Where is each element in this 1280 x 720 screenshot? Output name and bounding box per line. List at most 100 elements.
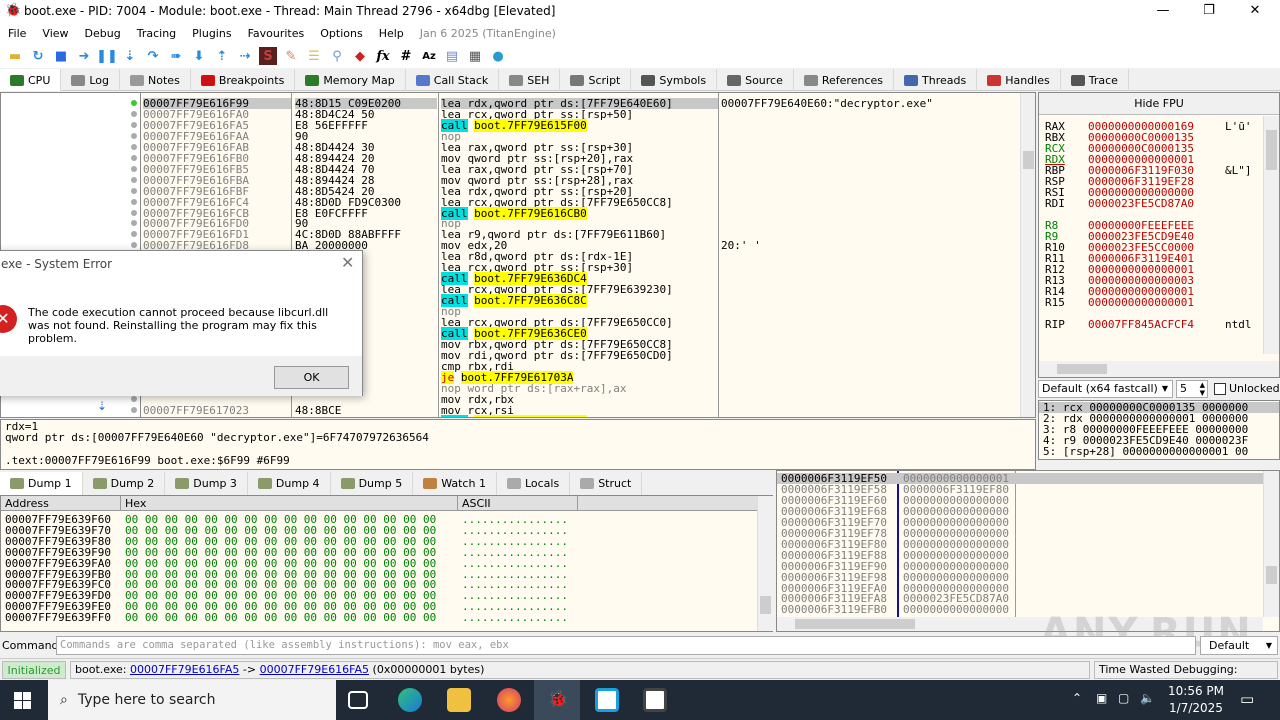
task-view-icon[interactable] [348, 691, 368, 709]
stack-row[interactable]: 0000006F3119EF88 0000000000000000 [777, 550, 1263, 561]
dump-row[interactable]: 00007FF79E639FA0 00 00 00 00 00 00 00 00 … [1, 558, 757, 569]
app-icon[interactable] [595, 688, 619, 712]
trace-over-icon[interactable]: ⬇ [190, 47, 208, 65]
breakpoint-dot[interactable] [131, 132, 137, 139]
register-value[interactable]: 0000023FE5CD87A0 [1088, 198, 1194, 209]
minimize-button[interactable]: — [1140, 0, 1186, 22]
menu-options[interactable]: Options [312, 27, 370, 40]
dump-row[interactable]: 00007FF79E639FF0 00 00 00 00 00 00 00 00 … [1, 612, 757, 623]
notifications-icon[interactable]: ▭ [1240, 690, 1254, 708]
tab-symbols[interactable]: Symbols [631, 69, 718, 91]
tab-handles[interactable]: Handles [977, 69, 1061, 91]
run-icon[interactable]: ➜ [75, 47, 93, 65]
disassembly-row[interactable]: 00007FF79E617023 48:8BCE mov rcx,rsi [1, 405, 1021, 416]
argument-count-spinner[interactable]: 5 ▲ ▼ [1176, 380, 1208, 398]
font-icon[interactable]: Az [420, 47, 438, 65]
tab-dump-5[interactable]: Dump 5 [331, 472, 414, 495]
tab-dump-2[interactable]: Dump 2 [83, 472, 166, 495]
stack-scrollbar[interactable] [1263, 471, 1279, 617]
tab-dump-3[interactable]: Dump 3 [165, 472, 248, 495]
tab-dump-4[interactable]: Dump 4 [248, 472, 331, 495]
argument-row[interactable]: 5: [rsp+28] 0000000000000001 00 [1039, 446, 1279, 457]
tab-source[interactable]: Source [717, 69, 794, 91]
scrollbar-thumb[interactable] [1023, 151, 1034, 169]
settings-icon[interactable]: ▤ [443, 47, 461, 65]
scrollbar-thumb[interactable] [1057, 364, 1107, 374]
labels-icon[interactable]: ⚲ [328, 47, 346, 65]
scylla-icon[interactable]: S [259, 47, 277, 65]
breakpoint-dot[interactable] [131, 395, 137, 402]
menu-file[interactable]: File [0, 27, 34, 40]
breakpoint-dot[interactable] [131, 209, 137, 216]
globe-icon[interactable]: ● [489, 47, 507, 65]
register-row-rip[interactable]: RIP 00007FF845ACFCF4 ntdl [1045, 319, 1270, 330]
dump-scrollbar[interactable] [757, 496, 773, 631]
dump-header-hex[interactable]: Hex [121, 496, 458, 511]
stop-icon[interactable]: ■ [52, 47, 70, 65]
close-button[interactable]: ✕ [1232, 0, 1278, 22]
tab-call-stack[interactable]: Call Stack [406, 69, 500, 91]
unlocked-checkbox[interactable]: Unlocked [1214, 382, 1280, 395]
breakpoint-dot[interactable] [131, 198, 137, 205]
trace-into-icon[interactable]: ➠ [167, 47, 185, 65]
tab-struct[interactable]: Struct [570, 472, 643, 495]
calling-convention-select[interactable]: Default (x64 fastcall) ▼ [1038, 380, 1173, 398]
tab-memory-map[interactable]: Memory Map [295, 69, 406, 91]
tab-seh[interactable]: SEH [499, 69, 561, 91]
hash-icon[interactable]: # [397, 47, 415, 65]
bookmarks-icon[interactable]: ◆ [351, 47, 369, 65]
breakpoint-dot[interactable] [131, 176, 137, 183]
status-from-address-link[interactable]: 00007FF79E616FA5 [130, 663, 239, 676]
spinner-arrows-icon[interactable]: ▲ ▼ [1200, 381, 1205, 397]
tab-threads[interactable]: Threads [894, 69, 978, 91]
menu-debug[interactable]: Debug [77, 27, 129, 40]
breakpoint-dot[interactable] [131, 165, 137, 172]
windows-start-icon[interactable] [14, 692, 31, 709]
register-row-r15[interactable]: R15 0000000000000001 [1045, 297, 1270, 308]
tab-breakpoints[interactable]: Breakpoints [191, 69, 296, 91]
patch-icon[interactable]: ✎ [282, 47, 300, 65]
tab-trace[interactable]: Trace [1061, 69, 1129, 91]
dump-header-ascii[interactable]: ASCII [458, 496, 578, 511]
stack-panel[interactable]: 0000006F3119EF50 0000000000000001 0000006F… [776, 470, 1280, 632]
stack-row[interactable]: 0000006F3119EF98 0000000000000000 [777, 572, 1263, 583]
tab-notes[interactable]: Notes [120, 69, 191, 91]
wifi-icon[interactable]: ▢ [1118, 691, 1129, 705]
edge-icon[interactable] [398, 688, 422, 712]
ok-button[interactable]: OK [274, 366, 349, 389]
checkbox-box[interactable] [1214, 382, 1226, 395]
status-to-address-link[interactable]: 00007FF79E616FA5 [260, 663, 369, 676]
menu-plugins[interactable]: Plugins [184, 27, 239, 40]
restart-icon[interactable]: ↻ [29, 47, 47, 65]
chevron-up-icon[interactable]: ⌃ [1072, 691, 1082, 705]
x64dbg-taskbar-button[interactable]: 🐞 [534, 680, 580, 720]
menu-favourites[interactable]: Favourites [240, 27, 313, 40]
tab-watch-1[interactable]: Watch 1 [413, 472, 497, 495]
registers-scrollbar[interactable] [1263, 116, 1279, 354]
firefox-icon[interactable] [497, 688, 521, 712]
tab-locals[interactable]: Locals [497, 472, 571, 495]
tab-references[interactable]: References [794, 69, 894, 91]
breakpoint-dot[interactable] [131, 121, 137, 128]
registers-hscrollbar[interactable] [1039, 361, 1279, 377]
scrollbar-thumb[interactable] [1266, 130, 1277, 170]
breakpoint-dot[interactable] [131, 187, 137, 194]
register-value[interactable]: 0000000000000001 [1088, 297, 1194, 308]
scrollbar-thumb[interactable] [1266, 566, 1277, 584]
menu-tracing[interactable]: Tracing [129, 27, 184, 40]
register-value[interactable]: 00007FF845ACFCF4 [1088, 319, 1194, 330]
stack-row[interactable]: 0000006F3119EF90 0000000000000000 [777, 561, 1263, 572]
dump-header-address[interactable]: Address [1, 496, 121, 511]
command-mode-select[interactable]: Default ▼ [1200, 636, 1278, 655]
dump-panel[interactable]: Address Hex ASCII 00007FF79E639F60 00 00 … [0, 495, 773, 632]
breakpoint-dot[interactable] [131, 220, 137, 227]
menu-help[interactable]: Help [371, 27, 412, 40]
maximize-button[interactable]: ❐ [1186, 0, 1232, 22]
pause-icon[interactable]: ❚❚ [96, 47, 118, 65]
comments-icon[interactable]: ☰ [305, 47, 323, 65]
menu-view[interactable]: View [34, 27, 76, 40]
breakpoint-dot[interactable] [131, 406, 137, 413]
taskbar-search[interactable]: ⌕ Type here to search [48, 680, 336, 720]
open-icon[interactable]: ▬ [6, 47, 24, 65]
breakpoint-dot[interactable] [131, 154, 137, 161]
